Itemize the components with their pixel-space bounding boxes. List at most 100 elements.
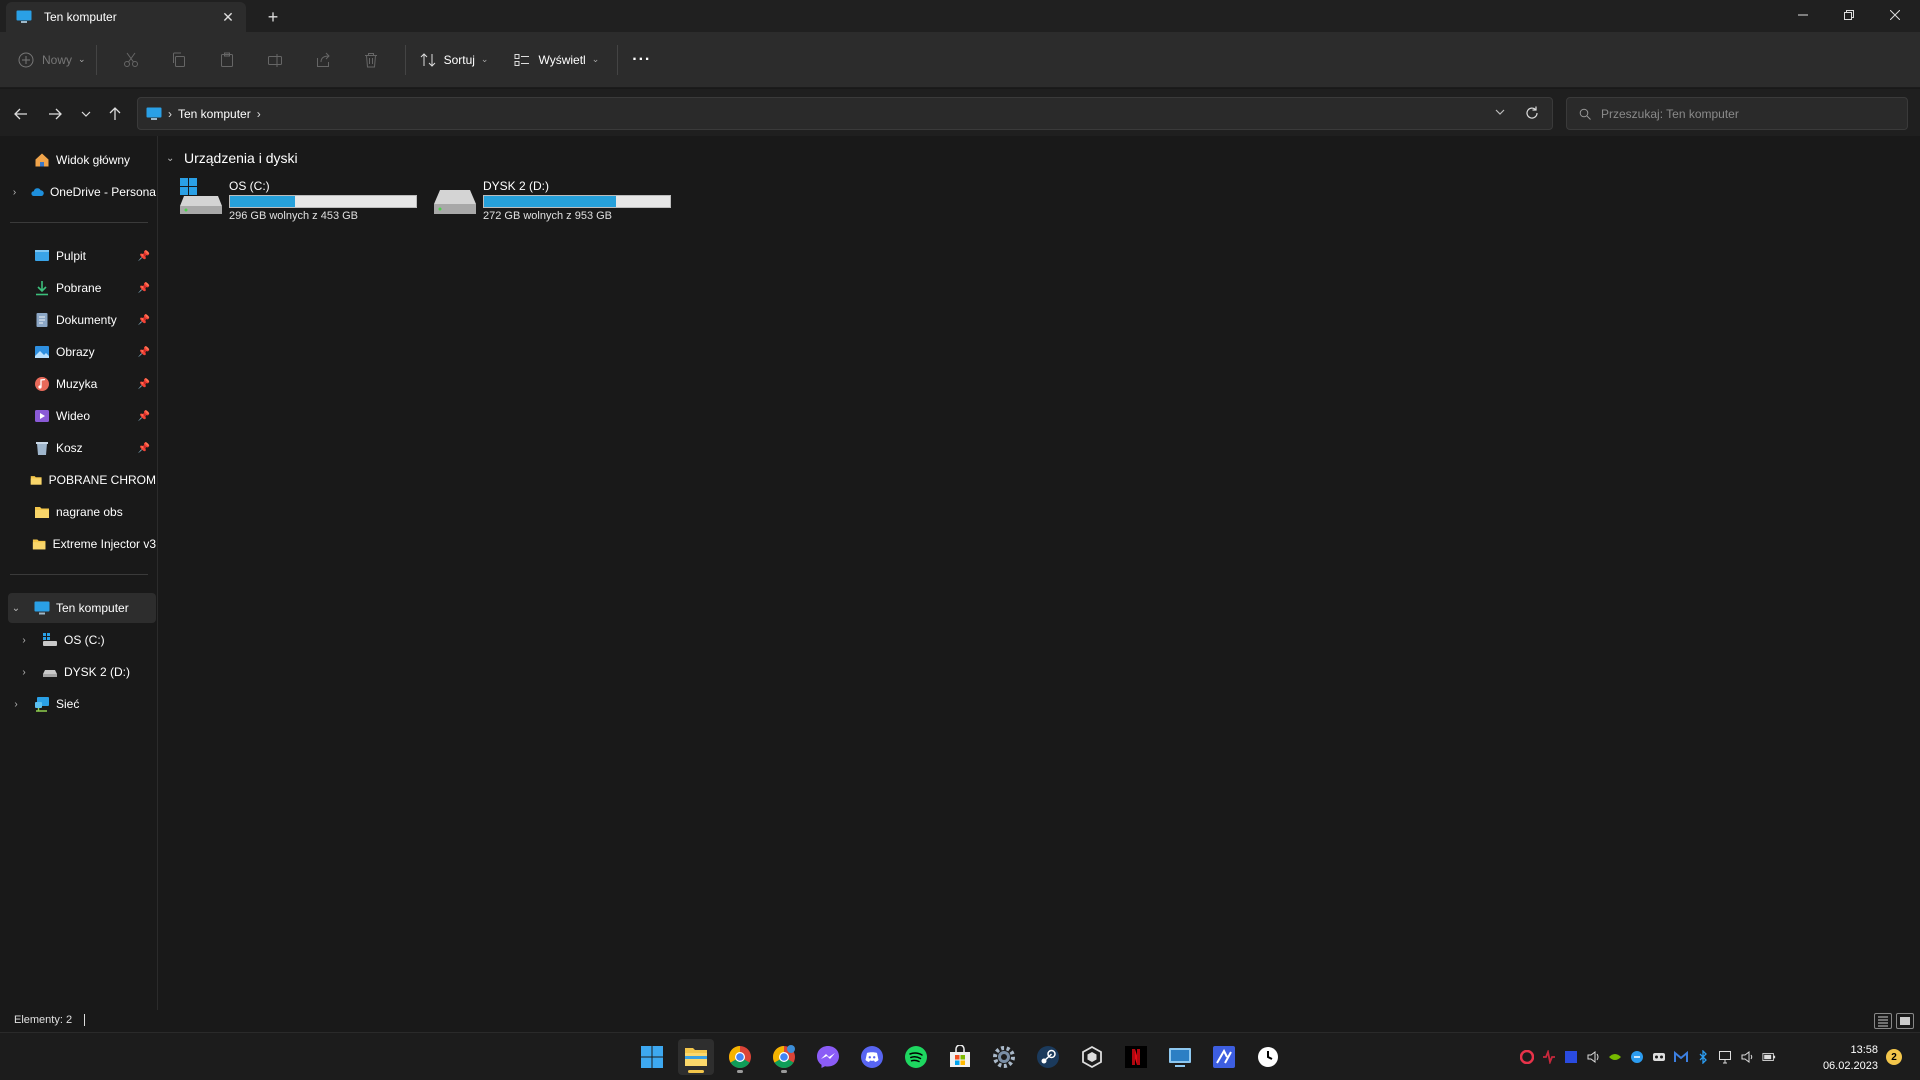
navigation-pane: Widok główny › OneDrive - Persona Pulpit… bbox=[0, 136, 158, 1010]
taskbar-chrome[interactable] bbox=[722, 1039, 758, 1075]
network-status-icon[interactable] bbox=[1718, 1050, 1732, 1064]
taskbar-settings[interactable] bbox=[986, 1039, 1022, 1075]
taskbar-chrome-profile[interactable] bbox=[766, 1039, 802, 1075]
drive-usage-fill bbox=[484, 196, 617, 207]
chevron-right-icon[interactable]: › bbox=[16, 635, 32, 646]
sidebar-item-pulpit[interactable]: Pulpit 📌 bbox=[8, 241, 156, 271]
drive-dysk-d[interactable]: DYSK 2 (D:) 272 GB wolnych z 953 GB bbox=[432, 176, 682, 222]
new-tab-button[interactable]: + bbox=[262, 6, 284, 28]
close-tab-button[interactable]: ✕ bbox=[220, 9, 236, 25]
tray-malwarebytes-icon[interactable] bbox=[1674, 1050, 1688, 1064]
tray-nvidia-icon[interactable] bbox=[1608, 1050, 1622, 1064]
restore-button[interactable] bbox=[1826, 0, 1872, 30]
chevron-right-icon[interactable]: › bbox=[8, 187, 21, 198]
taskbar-netflix[interactable] bbox=[1118, 1039, 1154, 1075]
taskbar-file-explorer[interactable] bbox=[678, 1039, 714, 1075]
new-button[interactable]: Nowy ⌄ bbox=[18, 44, 86, 76]
tray-red-app-icon[interactable] bbox=[1542, 1050, 1556, 1064]
refresh-button[interactable] bbox=[1524, 105, 1540, 121]
sidebar-item-obrazy[interactable]: Obrazy 📌 bbox=[8, 337, 156, 367]
close-window-button[interactable] bbox=[1872, 0, 1918, 30]
tray-audio-device-icon[interactable] bbox=[1586, 1050, 1600, 1064]
sidebar-item-label: DYSK 2 (D:) bbox=[64, 665, 131, 679]
taskbar-discord[interactable] bbox=[854, 1039, 890, 1075]
breadcrumb-ten-komputer[interactable]: Ten komputer bbox=[178, 107, 251, 121]
paste-button[interactable] bbox=[203, 44, 251, 76]
search-box[interactable] bbox=[1566, 97, 1908, 130]
sidebar-item-home[interactable]: Widok główny bbox=[8, 145, 156, 175]
drive-os-c[interactable]: OS (C:) 296 GB wolnych z 453 GB bbox=[178, 176, 428, 222]
start-button[interactable] bbox=[634, 1039, 670, 1075]
chevron-down-icon[interactable]: ⌄ bbox=[8, 603, 24, 614]
sidebar-item-muzyka[interactable]: Muzyka 📌 bbox=[8, 369, 156, 399]
sidebar-item-siec[interactable]: › Sieć bbox=[8, 689, 156, 719]
search-input[interactable] bbox=[1601, 106, 1901, 121]
sidebar-item-wideo[interactable]: Wideo 📌 bbox=[8, 401, 156, 431]
sidebar-item-dysk-d[interactable]: › DYSK 2 (D:) bbox=[16, 657, 157, 687]
chevron-right-icon[interactable]: › bbox=[16, 667, 32, 678]
tray-vr-icon[interactable] bbox=[1652, 1050, 1666, 1064]
address-bar[interactable]: › Ten komputer › bbox=[137, 97, 1553, 130]
tray-opera-gx-icon[interactable] bbox=[1520, 1050, 1534, 1064]
sidebar-item-pobrane[interactable]: Pobrane 📌 bbox=[8, 273, 156, 303]
large-icons-view-button[interactable] bbox=[1896, 1013, 1914, 1029]
taskbar-unity-hub[interactable] bbox=[1074, 1039, 1110, 1075]
volume-icon[interactable] bbox=[1740, 1050, 1754, 1064]
details-view-button[interactable] bbox=[1874, 1013, 1892, 1029]
sidebar-item-dokumenty[interactable]: Dokumenty 📌 bbox=[8, 305, 156, 335]
taskbar-spotify[interactable] bbox=[898, 1039, 934, 1075]
sidebar-item-ten-komputer[interactable]: ⌄ Ten komputer bbox=[8, 593, 156, 623]
sidebar-item-pobrane-chrom[interactable]: POBRANE CHROM bbox=[8, 465, 156, 495]
rename-button[interactable] bbox=[251, 44, 299, 76]
file-explorer-icon bbox=[685, 1048, 707, 1066]
battery-icon[interactable] bbox=[1762, 1050, 1776, 1064]
refresh-icon bbox=[1526, 106, 1538, 119]
sidebar-item-os-c[interactable]: › OS (C:) bbox=[16, 625, 157, 655]
sidebar-item-nagrane-obs[interactable]: nagrane obs bbox=[8, 497, 156, 527]
minimize-button[interactable] bbox=[1780, 0, 1826, 30]
drive-free-space: 272 GB wolnych z 953 GB bbox=[483, 210, 613, 222]
copy-button[interactable] bbox=[155, 44, 203, 76]
breadcrumb-separator[interactable]: › bbox=[257, 107, 261, 121]
trash-icon bbox=[364, 52, 377, 67]
system-clock[interactable]: 13:58 06.02.2023 bbox=[1823, 1042, 1878, 1074]
sort-button[interactable]: Sortuj ⌄ bbox=[420, 44, 488, 76]
restore-icon bbox=[1844, 10, 1854, 20]
notification-badge[interactable]: 2 bbox=[1886, 1049, 1902, 1065]
sidebar-item-onedrive[interactable]: › OneDrive - Persona bbox=[8, 177, 156, 207]
tray-chat-icon[interactable] bbox=[1630, 1050, 1644, 1064]
view-button[interactable]: Wyświetl ⌄ bbox=[514, 44, 599, 76]
tab-ten-komputer[interactable]: Ten komputer ✕ bbox=[6, 2, 246, 32]
pin-icon: 📌 bbox=[137, 346, 150, 358]
chevron-down-icon: ⌄ bbox=[591, 54, 600, 64]
tray-blue-app-icon[interactable] bbox=[1564, 1050, 1578, 1064]
clock-date: 06.02.2023 bbox=[1822, 1060, 1878, 1072]
bluetooth-icon[interactable] bbox=[1696, 1050, 1710, 1064]
recycle-bin-icon bbox=[36, 442, 48, 455]
sidebar-item-label: OneDrive - Persona bbox=[49, 185, 156, 199]
taskbar-clock-app[interactable] bbox=[1250, 1039, 1286, 1075]
taskbar-messenger[interactable] bbox=[810, 1039, 846, 1075]
recent-locations-button[interactable] bbox=[74, 103, 98, 125]
taskbar-microsoft-store[interactable] bbox=[942, 1039, 978, 1075]
cut-button[interactable] bbox=[107, 44, 155, 76]
address-history-dropdown[interactable] bbox=[1494, 106, 1506, 118]
taskbar-remote-desktop[interactable] bbox=[1162, 1039, 1198, 1075]
scissors-icon bbox=[123, 52, 138, 67]
sidebar-item-kosz[interactable]: Kosz 📌 bbox=[8, 433, 156, 463]
forward-button[interactable] bbox=[43, 103, 67, 125]
address-row: › Ten komputer › bbox=[0, 89, 1920, 136]
microsoft-store-icon bbox=[950, 1045, 970, 1067]
taskbar-app[interactable] bbox=[1206, 1039, 1242, 1075]
spotify-icon bbox=[905, 1046, 927, 1068]
chevron-down-icon[interactable]: ⌄ bbox=[166, 153, 178, 164]
delete-button[interactable] bbox=[347, 44, 395, 76]
group-header-devices[interactable]: ⌄ Urządzenia i dyski bbox=[166, 150, 298, 166]
more-options-button[interactable]: ··· bbox=[632, 44, 651, 76]
taskbar-steam[interactable] bbox=[1030, 1039, 1066, 1075]
up-button[interactable] bbox=[103, 103, 127, 125]
back-button[interactable] bbox=[9, 103, 33, 125]
sidebar-item-extreme-injector[interactable]: Extreme Injector v3 bbox=[8, 529, 156, 559]
share-button[interactable] bbox=[299, 44, 347, 76]
chevron-right-icon[interactable]: › bbox=[8, 699, 24, 710]
